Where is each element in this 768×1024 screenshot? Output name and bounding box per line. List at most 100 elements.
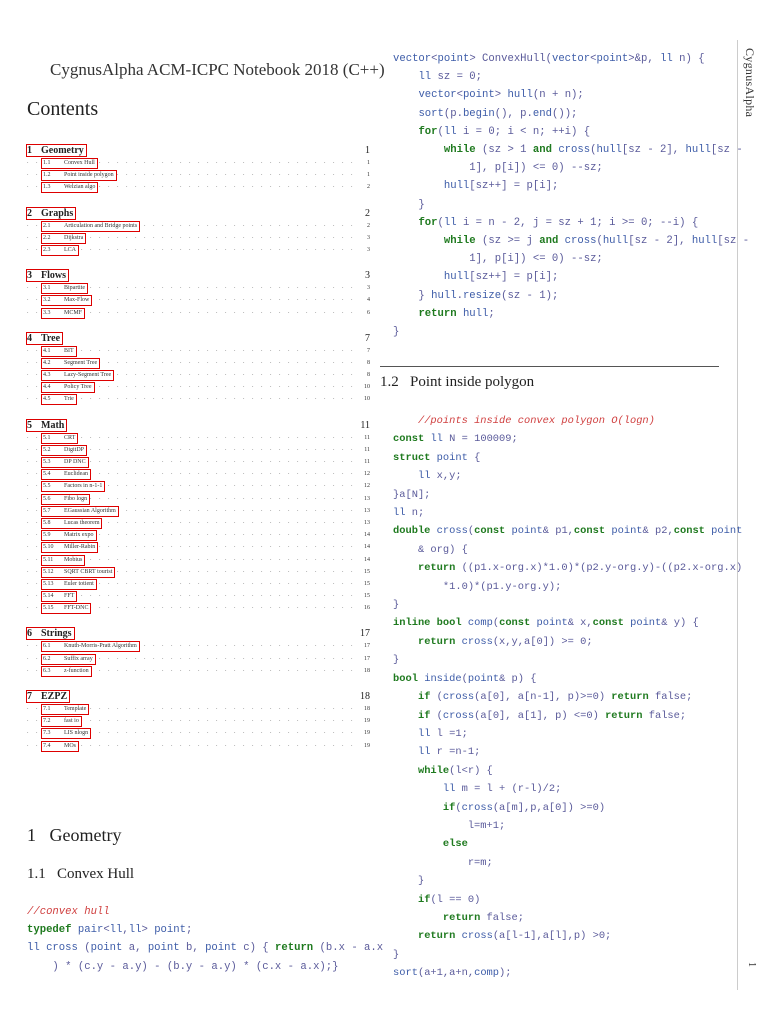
toc-subsection-number: 6.1 xyxy=(43,643,51,650)
toc-page-number: 11 xyxy=(361,459,370,465)
toc-subsection[interactable]: . . . . . . . . . . . . . . . . . . . . … xyxy=(27,457,372,469)
toc-subsection[interactable]: . . . . . . . . . . . . . . . . . . . . … xyxy=(27,283,372,295)
toc-subsection[interactable]: . . . . . . . . . . . . . . . . . . . . … xyxy=(27,641,372,653)
toc-subsection[interactable]: . . . . . . . . . . . . . . . . . . . . … xyxy=(27,566,372,579)
toc-subsection-link[interactable]: Lazy-Segment Tree xyxy=(41,370,115,382)
toc-subsection[interactable]: . . . . . . . . . . . . . . . . . . . . … xyxy=(27,578,372,591)
toc-page-number: 13 xyxy=(361,507,370,514)
toc-subsection[interactable]: . . . . . . . . . . . . . . . . . . . . … xyxy=(27,653,372,666)
toc-subsection[interactable]: . . . . . . . . . . . . . . . . . . . . … xyxy=(27,220,372,233)
toc-subsection-link[interactable]: Knuth-Morris-Pratt Algorithm xyxy=(41,641,140,653)
toc-subsection[interactable]: . . . . . . . . . . . . . . . . . . . . … xyxy=(27,295,372,307)
toc-subsection[interactable]: . . . . . . . . . . . . . . . . . . . . … xyxy=(27,357,372,370)
toc-page-number: 2 xyxy=(364,184,370,191)
subsection-heading: 1.1 Convex Hull xyxy=(27,866,135,882)
toc-subsection-number: 5.2 xyxy=(43,446,51,453)
toc-page-number: 12 xyxy=(361,483,370,490)
toc-page-number: 15 xyxy=(361,580,370,587)
toc-page-number: 14 xyxy=(361,556,370,563)
section-divider xyxy=(380,366,719,367)
toc-subsection[interactable]: . . . . . . . . . . . . . . . . . . . . … xyxy=(27,432,372,445)
toc-subsection[interactable]: . . . . . . . . . . . . . . . . . . . . … xyxy=(27,469,372,481)
toc-subsection-link[interactable]: Articulation and Bridge points xyxy=(41,220,141,232)
toc-subsection-link[interactable]: EGaussian Algorithm xyxy=(41,505,119,517)
toc-section-number: 2 xyxy=(27,207,32,219)
toc-section[interactable]: Math 5 11 xyxy=(26,418,372,432)
toc-section-link[interactable]: EZPZ xyxy=(26,690,71,703)
toc-page-number: 11 xyxy=(361,446,370,453)
toc-page-number: 2 xyxy=(365,207,370,219)
toc-subsection[interactable]: . . . . . . . . . . . . . . . . . . . . … xyxy=(27,244,372,257)
toc-section[interactable]: Geometry 1 1 xyxy=(26,144,372,157)
toc-subsection[interactable]: . . . . . . . . . . . . . . . . . . . . … xyxy=(27,158,372,170)
toc-subsection[interactable]: . . . . . . . . . . . . . . . . . . . . … xyxy=(27,182,372,194)
toc-page-number: 14 xyxy=(361,544,370,551)
toc-page-number: 16 xyxy=(361,605,370,612)
toc-section-link[interactable]: Flows xyxy=(26,269,69,283)
toc-subsection-number: 7.1 xyxy=(43,706,51,712)
toc-page-number: 12 xyxy=(361,471,370,478)
document-title: CygnusAlpha ACM-ICPC Notebook 2018 (C++) xyxy=(50,60,385,79)
toc-subsection[interactable]: . . . . . . . . . . . . . . . . . . . . … xyxy=(27,542,372,554)
toc-subsection[interactable]: . . . . . . . . . . . . . . . . . . . . … xyxy=(27,370,372,382)
toc-subsection[interactable]: . . . . . . . . . . . . . . . . . . . . … xyxy=(27,554,372,567)
toc-subsection[interactable]: . . . . . . . . . . . . . . . . . . . . … xyxy=(27,382,372,394)
toc-subsection-number: 1.3 xyxy=(43,184,51,191)
toc-section-link[interactable]: Strings xyxy=(26,627,75,641)
toc-page-number: 15 xyxy=(361,568,370,575)
toc-subsection[interactable]: . . . . . . . . . . . . . . . . . . . . … xyxy=(27,505,372,518)
toc-page-number: 11 xyxy=(361,434,370,441)
toc-section[interactable]: Graphs 2 2 xyxy=(26,206,372,220)
page-number: 1 xyxy=(746,962,757,967)
toc-subsection[interactable]: . . . . . . . . . . . . . . . . . . . . … xyxy=(27,704,372,716)
toc-subsection[interactable]: . . . . . . . . . . . . . . . . . . . . … xyxy=(27,232,372,245)
toc-subsection-number: 5.5 xyxy=(43,483,51,490)
toc-subsection-link[interactable]: Factors in n-1-1 xyxy=(41,481,106,493)
toc-page-number: 6 xyxy=(364,309,370,316)
toc-section-link[interactable]: Math xyxy=(26,418,68,432)
toc-subsection-link[interactable]: Point inside polygon xyxy=(41,170,117,182)
toc-subsection[interactable]: . . . . . . . . . . . . . . . . . . . . … xyxy=(27,307,372,320)
toc-section-link[interactable]: Geometry xyxy=(26,144,87,157)
toc-subsection[interactable]: . . . . . . . . . . . . . . . . . . . . … xyxy=(27,394,372,406)
toc-subsection[interactable]: . . . . . . . . . . . . . . . . . . . . … xyxy=(27,740,372,753)
toc-page-number: 13 xyxy=(361,495,370,502)
toc-gap xyxy=(27,678,372,691)
toc-subsection[interactable]: . . . . . . . . . . . . . . . . . . . . … xyxy=(27,345,372,358)
toc-section[interactable]: Flows 3 3 xyxy=(26,269,372,283)
toc-subsection-number: 5.9 xyxy=(43,532,51,539)
toc-subsection-number: 3.3 xyxy=(43,309,51,316)
toc-section-link[interactable]: Graphs xyxy=(26,206,77,220)
toc-section-number: 4 xyxy=(27,332,32,344)
toc-subsection[interactable]: . . . . . . . . . . . . . . . . . . . . … xyxy=(27,665,372,678)
toc-subsection[interactable]: . . . . . . . . . . . . . . . . . . . . … xyxy=(27,170,372,182)
toc-gap xyxy=(27,320,372,333)
toc-page-number: 11 xyxy=(360,419,370,431)
toc-section[interactable]: Tree 4 7 xyxy=(26,331,372,345)
toc-subsection[interactable]: . . . . . . . . . . . . . . . . . . . . … xyxy=(27,530,372,542)
toc-section[interactable]: Strings 6 17 xyxy=(26,627,372,641)
code-block-convex-hull-part2: vector<point> ConvexHull(vector<point>&p… xyxy=(393,53,750,339)
toc-subsection[interactable]: . . . . . . . . . . . . . . . . . . . . … xyxy=(27,517,372,530)
toc-subsection-number: 5.10 xyxy=(43,544,54,551)
toc-subsection[interactable]: . . . . . . . . . . . . . . . . . . . . … xyxy=(27,728,372,740)
toc-subsection-number: 2.3 xyxy=(43,246,51,253)
toc-subsection[interactable]: . . . . . . . . . . . . . . . . . . . . … xyxy=(27,716,372,728)
toc-page-number: 2 xyxy=(364,222,370,229)
toc-subsection-number: 5.4 xyxy=(43,471,51,478)
toc-subsection[interactable]: . . . . . . . . . . . . . . . . . . . . … xyxy=(27,493,372,506)
toc-section-number: 3 xyxy=(27,270,32,282)
toc-page-number: 14 xyxy=(361,532,370,539)
toc-subsection[interactable]: . . . . . . . . . . . . . . . . . . . . … xyxy=(27,444,372,457)
toc-section[interactable]: EZPZ 7 18 xyxy=(26,690,372,703)
toc-subsection-number: 4.5 xyxy=(43,396,51,403)
toc-subsection-number: 3.1 xyxy=(43,285,51,292)
toc-subsection[interactable]: . . . . . . . . . . . . . . . . . . . . … xyxy=(27,591,372,603)
toc-gap xyxy=(27,615,372,628)
toc-subsection-number: 2.1 xyxy=(43,222,51,229)
toc-subsection[interactable]: . . . . . . . . . . . . . . . . . . . . … xyxy=(27,603,372,615)
toc-subsection[interactable]: . . . . . . . . . . . . . . . . . . . . … xyxy=(27,481,372,493)
toc-page-number: 13 xyxy=(361,519,370,526)
toc-page-number: 19 xyxy=(361,718,370,725)
toc-page-number: 1 xyxy=(364,160,370,166)
